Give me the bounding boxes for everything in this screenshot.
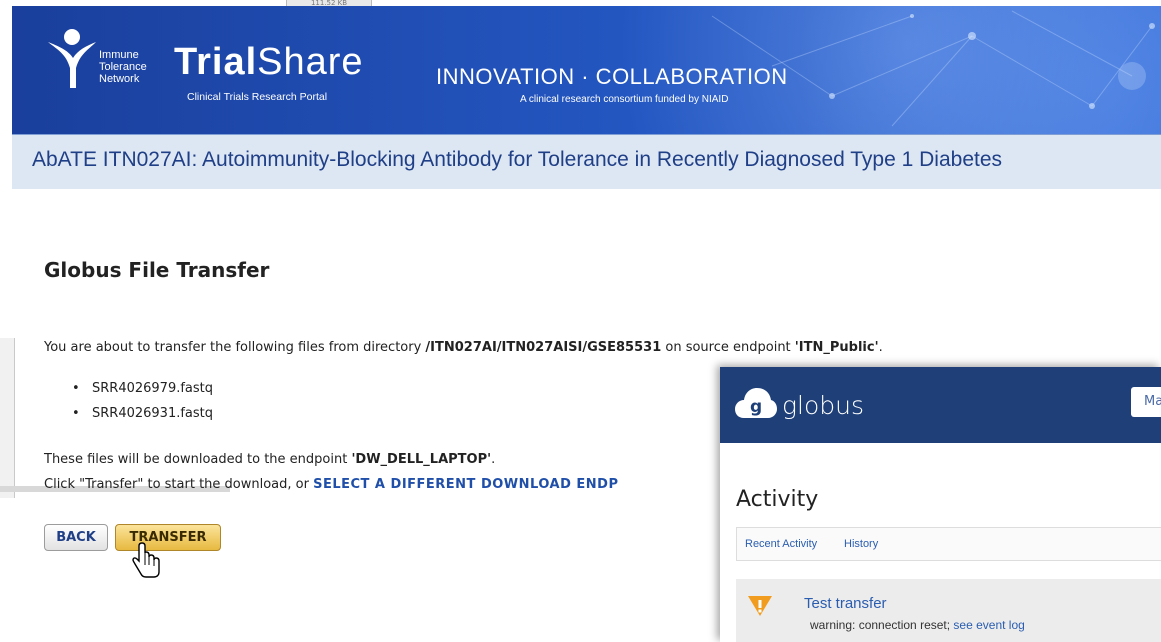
activity-title[interactable]: Test transfer	[804, 595, 887, 612]
destination-text: These files will be downloaded to the en…	[44, 452, 496, 467]
destination-endpoint: 'DW_DELL_LAPTOP'	[351, 452, 492, 467]
tab-recent-activity[interactable]: Recent Activity	[745, 538, 817, 550]
header-tagline: INNOVATION · COLLABORATION	[436, 64, 788, 89]
warning-icon	[748, 596, 772, 616]
activity-heading: Activity	[736, 487, 819, 512]
transfer-intro: You are about to transfer the following …	[44, 340, 883, 355]
itn-logo-icon	[48, 29, 96, 88]
svg-text:g: g	[750, 397, 762, 417]
header-tagline-sub: A clinical research consortium funded by…	[520, 94, 729, 105]
background-window-edge	[0, 338, 15, 498]
globus-menu-button[interactable]: Ma	[1131, 387, 1161, 417]
source-directory: /ITN027AI/ITN027AISI/GSE85531	[425, 340, 662, 355]
globus-brand: globus	[782, 391, 864, 420]
logo-subtitle: Clinical Trials Research Portal	[187, 91, 328, 103]
activity-status: warning: connection reset; see event log	[810, 618, 1025, 632]
logo-itn-text: Immune Tolerance Network	[99, 49, 147, 85]
study-title: AbATE ITN027AI: Autoimmunity-Blocking An…	[32, 148, 1003, 171]
source-endpoint: 'ITN_Public'	[794, 340, 879, 355]
event-log-link[interactable]: see event log	[953, 618, 1024, 632]
transfer-button[interactable]: TRANSFER	[115, 524, 221, 551]
select-endpoint-link[interactable]: SELECT A DIFFERENT DOWNLOAD ENDP	[313, 477, 618, 492]
list-item: SRR4026931.fastq	[72, 403, 213, 428]
globus-cloud-icon: g	[735, 388, 777, 418]
back-button[interactable]: BACK	[44, 524, 108, 551]
site-header: Immune Tolerance Network TrialShare Clin…	[12, 6, 1161, 134]
transfer-instructions: Click "Transfer" to start the download, …	[44, 477, 619, 492]
hand-cursor-icon	[132, 542, 160, 578]
file-list: SRR4026979.fastq SRR4026931.fastq	[72, 378, 213, 428]
activity-item[interactable]	[736, 579, 1161, 642]
list-item: SRR4026979.fastq	[72, 378, 213, 403]
logo-trialshare: TrialShare	[174, 41, 364, 83]
tab-history[interactable]: History	[844, 538, 878, 550]
study-titlebar: AbATE ITN027AI: Autoimmunity-Blocking An…	[12, 134, 1161, 189]
activity-tabs: Recent Activity History	[736, 527, 1161, 561]
page-title: Globus File Transfer	[44, 258, 270, 282]
globus-window: g globus Ma Activity Recent Activity His…	[720, 367, 1161, 642]
